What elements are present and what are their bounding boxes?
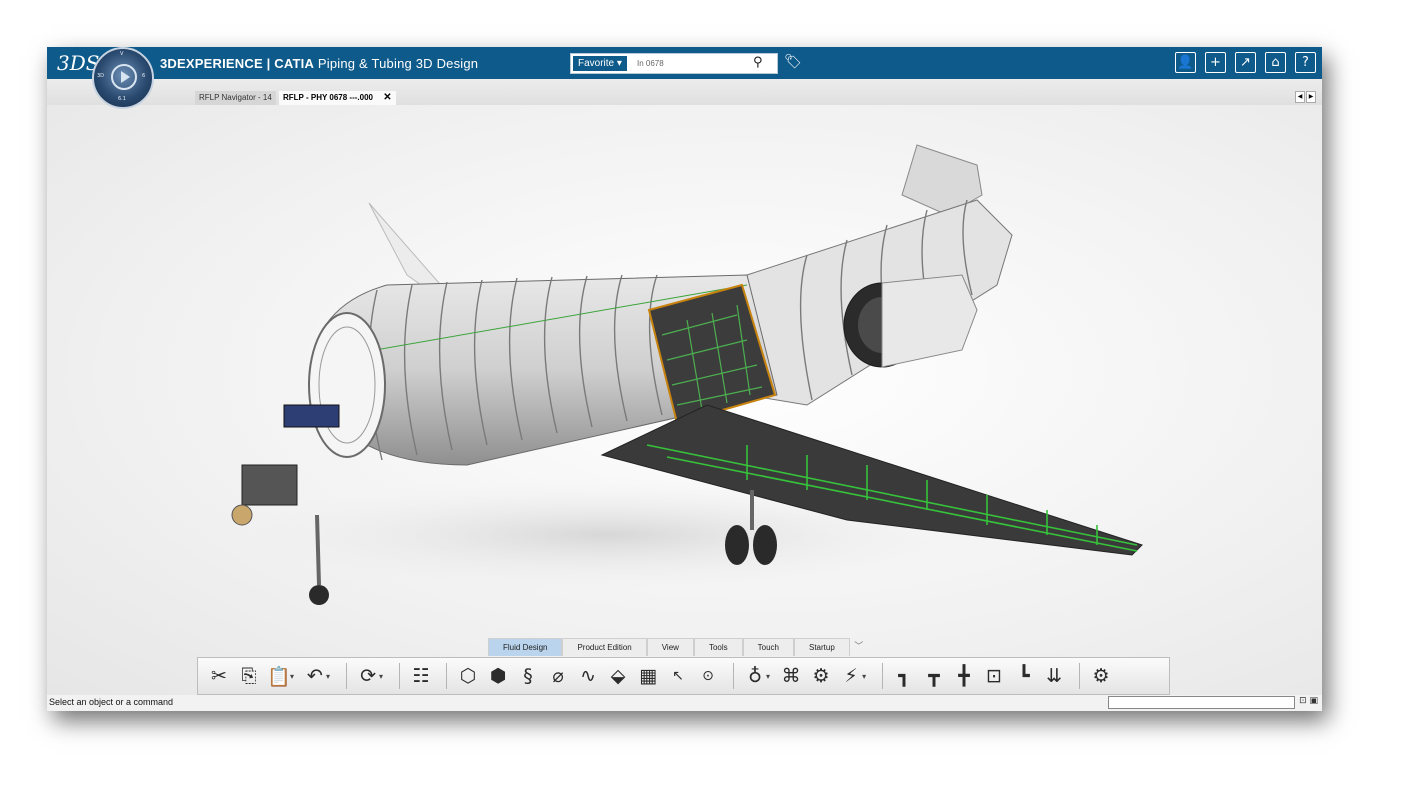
status-message: Select an object or a command <box>49 697 174 707</box>
search-scope-label: Favorite <box>578 58 615 69</box>
settings-icon[interactable]: ⚙ <box>1088 665 1114 687</box>
compass-label-w: 3D <box>97 73 105 79</box>
network-icon[interactable]: ⌘ <box>778 665 804 687</box>
undo-icon[interactable]: ↶ <box>302 665 328 687</box>
branch-icon[interactable]: ┓ <box>891 665 917 687</box>
tab-scroll-arrows: ◀ ▶ <box>1295 91 1316 103</box>
tag-icon[interactable]: 🏷 <box>784 54 802 70</box>
cut-icon[interactable]: ✂ <box>206 665 232 687</box>
flow-icon[interactable]: ⚡ <box>838 665 864 687</box>
aircraft-model[interactable] <box>47 105 1322 695</box>
search-scope-dropdown[interactable]: Favorite ▾ <box>573 56 627 71</box>
update-dropdown-icon[interactable]: ▾ <box>379 672 383 681</box>
tab-product-edition[interactable]: Product Edition <box>562 638 647 656</box>
flow-dropdown-icon[interactable]: ▾ <box>862 672 866 681</box>
compass-label-n: V <box>120 51 124 57</box>
command-input[interactable] <box>1108 696 1295 709</box>
top-bar: 3DS V 3D 6 6.1 3DEXPERIENCE | CATIA Pipi… <box>47 47 1322 109</box>
break-icon[interactable]: ┗ <box>1011 665 1037 687</box>
filter-icon[interactable]: ⊡ <box>1299 696 1307 706</box>
app-title-name: Piping & Tubing 3D Design <box>317 56 479 71</box>
help-icon[interactable]: ? <box>1295 52 1316 73</box>
user-icon[interactable]: 👤 <box>1175 52 1196 73</box>
spring-pipe-icon[interactable]: § <box>515 665 541 687</box>
app-title-brand: 3DEXPERIENCE | CATIA <box>160 56 315 71</box>
select-icon[interactable]: ↖ <box>665 668 691 684</box>
tab-view[interactable]: View <box>646 638 694 656</box>
toolbar-divider <box>733 663 735 689</box>
paste-icon[interactable]: 📋 <box>266 665 292 688</box>
search-input[interactable] <box>637 56 747 71</box>
search-icon[interactable]: ⚲ <box>753 55 763 70</box>
play-icon[interactable] <box>111 64 137 90</box>
sort-icon[interactable]: ⇊ <box>1041 665 1067 687</box>
compass-widget[interactable]: V 3D 6 6.1 <box>92 47 154 109</box>
compass-label-e: 6 <box>142 73 146 79</box>
document-tab-bar: RFLP Navigator - 14 RFLP - PHY 0678 ---.… <box>47 79 1322 105</box>
scroll-right-icon[interactable]: ▶ <box>1306 91 1316 103</box>
status-bar: Select an object or a command ⊡ ▣ <box>47 695 1322 711</box>
catalog-icon[interactable]: ⊡ <box>981 665 1007 687</box>
power-input-icon[interactable]: ▣ <box>1309 696 1318 706</box>
tab-startup[interactable]: Startup <box>793 638 850 656</box>
toolbar-divider <box>346 663 348 689</box>
split-icon[interactable]: ╋ <box>951 665 977 687</box>
tube-icon[interactable]: ⬢ <box>485 665 511 687</box>
undo-dropdown-icon[interactable]: ▾ <box>326 672 330 681</box>
spec-icon[interactable]: ▦ <box>635 665 661 687</box>
part-icon[interactable]: ⬙ <box>605 665 631 687</box>
bent-pipe-icon[interactable]: ⌀ <box>545 665 571 687</box>
tree-icon[interactable]: ☷ <box>408 665 434 687</box>
paste-dropdown-icon[interactable]: ▾ <box>290 672 294 681</box>
3d-viewport[interactable] <box>47 105 1322 695</box>
chevron-down-icon[interactable]: ﹀ <box>850 638 868 656</box>
search-box: Favorite ▾ ⚲ <box>570 53 778 74</box>
share-icon[interactable]: ↗ <box>1235 52 1256 73</box>
home-icon[interactable]: ⌂ <box>1265 52 1286 73</box>
update-icon[interactable]: ⟳ <box>355 665 381 687</box>
toolbar-divider <box>1079 663 1081 689</box>
tab-rflp-phy[interactable]: RFLP - PHY 0678 ---.000 ✕ <box>279 91 396 105</box>
route-tool-icon[interactable]: ♁ <box>742 665 768 687</box>
toolbar-divider <box>882 663 884 689</box>
spool-icon[interactable]: ┳ <box>921 665 947 687</box>
tab-touch[interactable]: Touch <box>742 638 794 656</box>
add-icon[interactable]: + <box>1205 52 1226 73</box>
app-window: 3DS V 3D 6 6.1 3DEXPERIENCE | CATIA Pipi… <box>47 47 1322 711</box>
status-icons: ⊡ ▣ <box>1299 696 1318 706</box>
tab-rflp-phy-label: RFLP - PHY 0678 ---.000 <box>283 93 373 102</box>
toolbar-divider <box>399 663 401 689</box>
next-icon[interactable]: ⊙ <box>695 668 721 684</box>
tab-fluid-design[interactable]: Fluid Design <box>488 638 563 656</box>
ribbon-tabs: Fluid Design Product Edition View Tools … <box>488 638 868 656</box>
action-bar: ✂ ⎘ 📋 ▾ ↶ ▾ ⟳ ▾ ☷ ⬡ ⬢ § ⌀ ∿ ⬙ ▦ ↖ ⊙ ♁ ▾ ⌘ ⚙ … <box>197 657 1170 695</box>
route-icon[interactable]: ∿ <box>575 665 601 687</box>
connect-icon[interactable]: ⚙ <box>808 665 834 687</box>
toolbar-divider <box>446 663 448 689</box>
pipe-icon[interactable]: ⬡ <box>455 665 481 687</box>
copy-icon[interactable]: ⎘ <box>236 665 262 687</box>
scroll-left-icon[interactable]: ◀ <box>1295 91 1305 103</box>
app-title: 3DEXPERIENCE | CATIA Piping & Tubing 3D … <box>160 56 478 71</box>
tab-rflp-navigator[interactable]: RFLP Navigator - 14 <box>195 91 276 105</box>
route-dropdown-icon[interactable]: ▾ <box>766 672 770 681</box>
top-right-icons: 👤 + ↗ ⌂ ? <box>1175 52 1316 73</box>
tab-tools[interactable]: Tools <box>693 638 743 656</box>
close-icon[interactable]: ✕ <box>383 92 391 103</box>
compass-label-s: 6.1 <box>118 96 126 102</box>
